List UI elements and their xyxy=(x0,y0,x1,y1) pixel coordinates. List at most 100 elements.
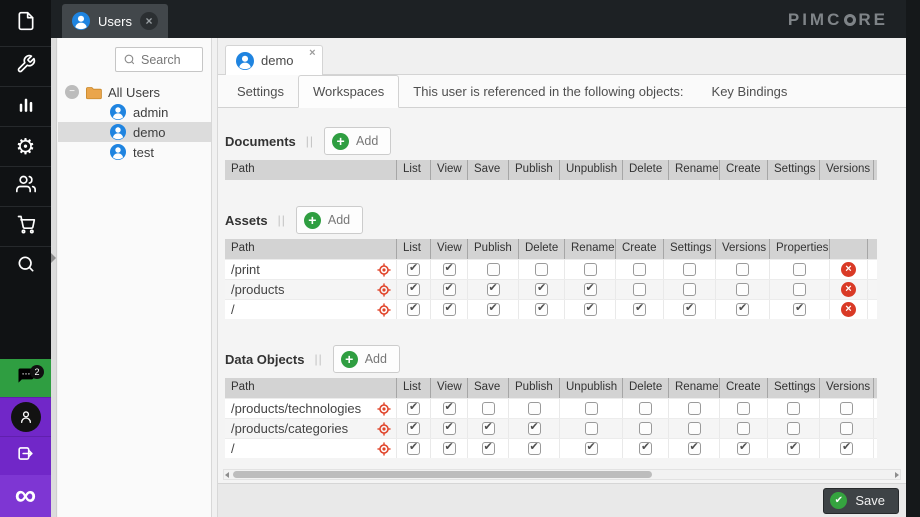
permission-checkbox-versions[interactable] xyxy=(736,301,749,316)
ecommerce-rail-button[interactable] xyxy=(0,206,51,246)
permission-checkbox-save[interactable] xyxy=(481,402,495,415)
column-header-settings[interactable]: Settings xyxy=(768,378,820,398)
column-header-view[interactable]: View xyxy=(431,160,468,180)
remove-row-button[interactable]: × xyxy=(841,262,856,277)
permission-checkbox-settings[interactable] xyxy=(787,422,800,435)
column-header-view[interactable]: View xyxy=(431,239,468,259)
tree-node-test[interactable]: test xyxy=(58,142,211,162)
permission-checkbox-delete[interactable] xyxy=(639,402,652,415)
target-icon[interactable] xyxy=(377,402,391,416)
permission-checkbox-rename[interactable] xyxy=(583,263,597,276)
permission-checkbox-save[interactable] xyxy=(481,440,495,455)
users-window-tab[interactable]: Users × xyxy=(62,4,168,38)
permission-checkbox-delete[interactable] xyxy=(639,422,652,435)
column-header-publish[interactable]: Publish xyxy=(468,239,519,259)
permission-checkbox-list[interactable] xyxy=(407,400,420,415)
scroll-left-icon[interactable] xyxy=(225,472,229,478)
permission-checkbox-delete[interactable] xyxy=(535,301,548,316)
permission-checkbox-view[interactable] xyxy=(442,281,456,296)
permission-checkbox-publish[interactable] xyxy=(486,263,500,276)
permission-checkbox-unpublish[interactable] xyxy=(584,440,598,455)
tree-node-all-users[interactable]: − All Users xyxy=(58,82,211,102)
close-icon[interactable]: × xyxy=(139,12,158,30)
permission-checkbox-settings[interactable] xyxy=(683,283,696,296)
panel-splitter[interactable] xyxy=(211,38,218,517)
permission-checkbox-settings[interactable] xyxy=(683,301,696,316)
permission-checkbox-versions[interactable] xyxy=(840,440,853,455)
permission-checkbox-versions[interactable] xyxy=(840,402,853,415)
permission-checkbox-unpublish[interactable] xyxy=(584,422,598,435)
column-header-versions[interactable]: Versions xyxy=(820,160,874,180)
pimcore-home-button[interactable]: ∞ xyxy=(0,475,51,517)
column-header-save[interactable]: Save xyxy=(468,378,509,398)
permission-checkbox-publish[interactable] xyxy=(527,402,541,415)
rail-splitter[interactable] xyxy=(51,38,57,517)
permission-checkbox-create[interactable] xyxy=(633,283,646,296)
permission-checkbox-rename[interactable] xyxy=(687,422,701,435)
notifications-button[interactable]: 2 xyxy=(0,359,51,397)
column-header-settings[interactable]: Settings xyxy=(768,160,820,180)
permission-checkbox-delete[interactable] xyxy=(535,263,548,276)
permission-checkbox-properties[interactable] xyxy=(793,283,806,296)
permission-checkbox-properties[interactable] xyxy=(793,301,806,316)
permission-checkbox-save[interactable] xyxy=(481,420,495,435)
permission-checkbox-settings[interactable] xyxy=(787,440,800,455)
column-header-rename[interactable]: Rename xyxy=(669,378,720,398)
column-header-delete[interactable]: Delete xyxy=(623,160,669,180)
permission-checkbox-rename[interactable] xyxy=(583,281,597,296)
remove-row-button[interactable]: × xyxy=(841,302,856,317)
collapse-arrow-icon[interactable] xyxy=(51,253,56,263)
permission-checkbox-versions[interactable] xyxy=(736,283,749,296)
target-icon[interactable] xyxy=(377,303,391,317)
column-header-path[interactable]: Path xyxy=(225,239,397,259)
column-header-list[interactable]: List xyxy=(397,160,431,180)
permission-checkbox-rename[interactable] xyxy=(687,440,701,455)
tools-rail-button[interactable] xyxy=(0,46,51,86)
settings-rail-button[interactable]: ⚙ xyxy=(0,126,51,166)
permission-checkbox-publish[interactable] xyxy=(486,301,500,316)
horizontal-scrollbar[interactable] xyxy=(223,469,901,480)
permission-checkbox-list[interactable] xyxy=(407,261,420,276)
permission-checkbox-publish[interactable] xyxy=(527,440,541,455)
column-header-path[interactable]: Path xyxy=(225,378,397,398)
permission-checkbox-versions[interactable] xyxy=(736,263,749,276)
column-header-properties[interactable]: Properties xyxy=(770,239,830,259)
permission-checkbox-list[interactable] xyxy=(407,420,420,435)
column-header-delete[interactable]: Delete xyxy=(623,378,669,398)
permission-checkbox-properties[interactable] xyxy=(793,263,806,276)
column-header-rename[interactable]: Rename xyxy=(669,160,720,180)
permission-checkbox-list[interactable] xyxy=(407,301,420,316)
permission-checkbox-delete[interactable] xyxy=(535,281,548,296)
close-icon[interactable]: × xyxy=(309,47,315,59)
search-input[interactable] xyxy=(141,52,199,67)
column-header-create[interactable]: Create xyxy=(720,378,768,398)
target-icon[interactable] xyxy=(377,263,391,277)
permission-checkbox-settings[interactable] xyxy=(683,263,696,276)
permission-checkbox-view[interactable] xyxy=(442,261,456,276)
permission-checkbox-create[interactable] xyxy=(737,402,750,415)
tab-settings[interactable]: Settings xyxy=(223,75,298,107)
column-header-unpublish[interactable]: Unpublish xyxy=(560,160,623,180)
permission-checkbox-view[interactable] xyxy=(442,420,456,435)
logout-button[interactable] xyxy=(0,436,51,475)
permission-checkbox-versions[interactable] xyxy=(840,422,853,435)
permission-checkbox-rename[interactable] xyxy=(687,402,701,415)
permission-checkbox-list[interactable] xyxy=(407,440,420,455)
column-header-view[interactable]: View xyxy=(431,378,468,398)
target-icon[interactable] xyxy=(377,422,391,436)
column-header-list[interactable]: List xyxy=(397,378,431,398)
add-workspace-button[interactable]: + Add xyxy=(324,127,392,155)
add-workspace-button[interactable]: + Add xyxy=(332,345,400,373)
column-header-create[interactable]: Create xyxy=(720,160,768,180)
column-header-publish[interactable]: Publish xyxy=(509,378,560,398)
tab-workspaces[interactable]: Workspaces xyxy=(297,75,400,108)
permission-checkbox-create[interactable] xyxy=(633,263,646,276)
target-icon[interactable] xyxy=(377,283,391,297)
column-header-list[interactable]: List xyxy=(397,239,431,259)
tab-references[interactable]: This user is referenced in the following… xyxy=(399,75,697,107)
permission-checkbox-unpublish[interactable] xyxy=(584,402,598,415)
permission-checkbox-create[interactable] xyxy=(737,440,750,455)
collapse-minus-icon[interactable]: − xyxy=(65,85,79,99)
permission-checkbox-settings[interactable] xyxy=(787,402,800,415)
column-header-versions[interactable]: Versions xyxy=(820,378,874,398)
